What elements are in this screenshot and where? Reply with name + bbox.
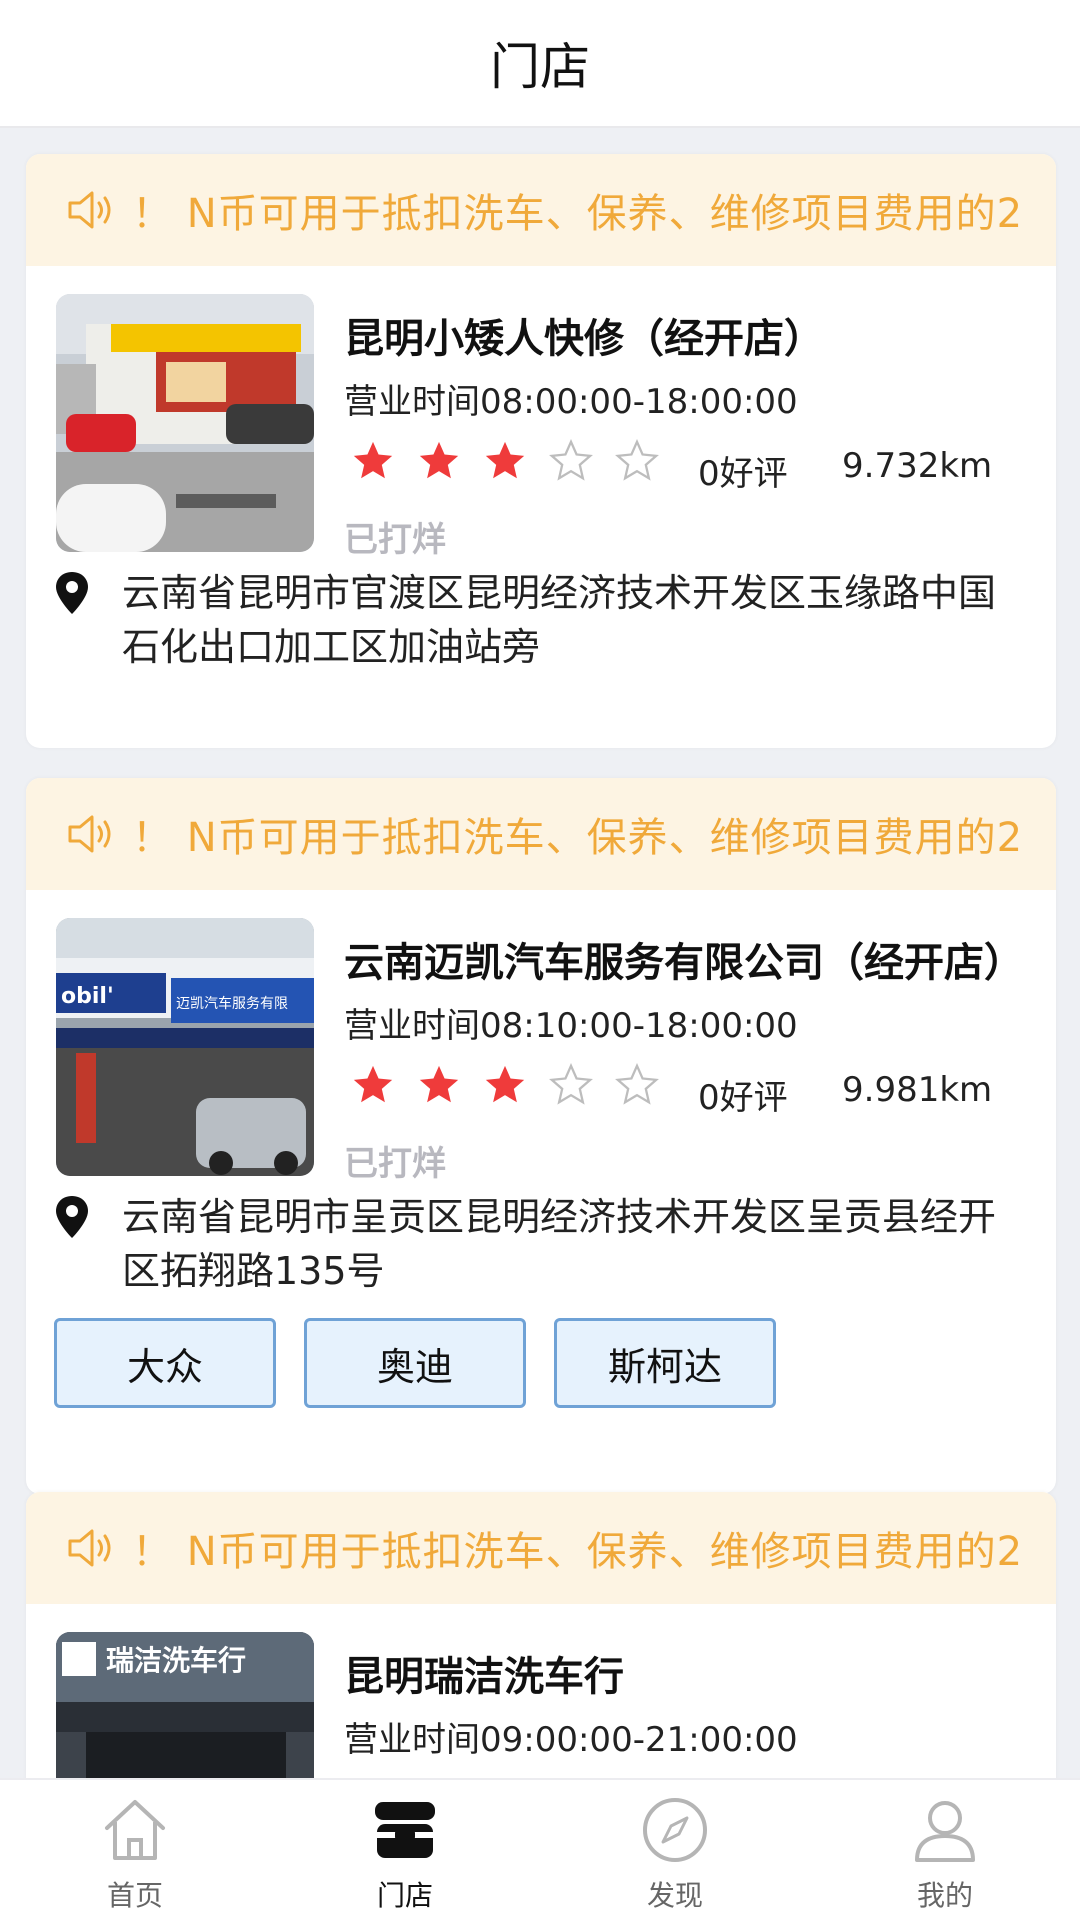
brand-tags: 大众 奥迪 斯柯达	[26, 1318, 1056, 1408]
rating-stars	[350, 1062, 680, 1108]
store-name: 昆明小矮人快修（经开店）	[344, 316, 824, 362]
store-hours: 营业时间09:00:00-21:00:00	[344, 1720, 798, 1760]
notice-text: ！ N币可用于抵扣洗车、保养、维修项目费用的2	[132, 191, 1024, 237]
distance: 9.732km	[842, 446, 993, 486]
shop-info[interactable]: obil' 迈凯汽车服务有限 云南迈凯汽车服务有限公司（经开店） 营业时间08:…	[26, 890, 1056, 1190]
brand-tag[interactable]: 大众	[54, 1318, 276, 1408]
tab-mine[interactable]: 我的	[810, 1780, 1080, 1920]
store-hours: 营业时间08:10:00-18:00:00	[344, 1006, 798, 1046]
location-pin-icon	[56, 1196, 88, 1238]
store-photo: 瑞洁洗车行	[56, 1632, 314, 1778]
status-closed: 已打烊	[344, 1144, 446, 1184]
notice-text: ！ N币可用于抵扣洗车、保养、维修项目费用的2	[132, 815, 1024, 861]
star-empty-icon	[549, 438, 593, 481]
shop-info[interactable]: 昆明小矮人快修（经开店） 营业时间08:00:00-18:00:00 0好评 9…	[26, 266, 1056, 566]
star-filled-icon	[485, 441, 525, 479]
tab-discover[interactable]: 发现	[540, 1780, 810, 1920]
top-bar: 门店	[0, 0, 1080, 128]
rating-stars	[350, 438, 680, 484]
status-closed: 已打烊	[344, 520, 446, 560]
store-hours: 营业时间08:00:00-18:00:00	[344, 382, 798, 422]
tab-label: 发现	[646, 1879, 703, 1912]
store-name: 云南迈凯汽车服务有限公司（经开店）	[344, 940, 1024, 986]
notice-banner[interactable]: ！ N币可用于抵扣洗车、保养、维修项目费用的2	[26, 154, 1056, 266]
tab-store[interactable]: 门店	[270, 1780, 540, 1920]
review-count: 0好评	[698, 1078, 788, 1118]
star-filled-icon	[419, 1065, 459, 1103]
speaker-icon	[68, 191, 111, 229]
store-card[interactable]: ！ N币可用于抵扣洗车、保养、维修项目费用的2 昆明小矮人快修（经开店） 营业时…	[26, 154, 1056, 748]
address-text: 云南省昆明市官渡区昆明经济技术开发区玉缘路中国石化出口加工区加油站旁	[122, 571, 997, 669]
store-list[interactable]: ！ N币可用于抵扣洗车、保养、维修项目费用的2 昆明小矮人快修（经开店） 营业时…	[0, 128, 1080, 1778]
store-photo	[56, 294, 314, 552]
user-icon	[915, 1801, 975, 1862]
review-count: 0好评	[698, 454, 788, 494]
store-photo: obil' 迈凯汽车服务有限	[56, 918, 314, 1176]
brand-tag[interactable]: 斯柯达	[554, 1318, 776, 1408]
notice-banner[interactable]: ！ N币可用于抵扣洗车、保养、维修项目费用的2	[26, 1492, 1056, 1604]
star-filled-icon	[353, 1065, 393, 1103]
bottom-tab-bar: 首页 门店 发现 我的	[0, 1778, 1080, 1920]
notice-banner[interactable]: ！ N币可用于抵扣洗车、保养、维修项目费用的2	[26, 778, 1056, 890]
tab-label: 门店	[376, 1879, 433, 1912]
tab-home[interactable]: 首页	[0, 1780, 270, 1920]
shop-info[interactable]: 瑞洁洗车行 昆明瑞洁洗车行 营业时间09:00:00-21:00:00	[26, 1604, 1056, 1778]
speaker-icon	[68, 1529, 111, 1567]
page-title: 门店	[490, 38, 590, 96]
store-address[interactable]: 云南省昆明市呈贡区昆明经济技术开发区呈贡县经开区拓翔路135号	[26, 1190, 1056, 1298]
sign-text: 瑞洁洗车行	[106, 1644, 246, 1677]
address-text: 云南省昆明市呈贡区昆明经济技术开发区呈贡县经开区拓翔路135号	[122, 1195, 997, 1293]
tab-label: 我的	[916, 1879, 973, 1912]
store-address[interactable]: 云南省昆明市官渡区昆明经济技术开发区玉缘路中国石化出口加工区加油站旁	[26, 566, 1056, 674]
tab-label: 首页	[106, 1879, 163, 1912]
speaker-icon	[68, 815, 111, 853]
store-icon	[375, 1802, 435, 1858]
star-filled-icon	[485, 1065, 525, 1103]
sign-text: 迈凯汽车服务有限	[176, 995, 288, 1012]
star-filled-icon	[353, 441, 393, 479]
star-filled-icon	[419, 441, 459, 479]
store-card[interactable]: ！ N币可用于抵扣洗车、保养、维修项目费用的2 瑞洁洗车行 昆明瑞洁洗车行 营业…	[26, 1492, 1056, 1778]
distance: 9.981km	[842, 1070, 993, 1110]
location-pin-icon	[56, 572, 88, 614]
svg-text:obil': obil'	[61, 984, 114, 1009]
notice-text: ！ N币可用于抵扣洗车、保养、维修项目费用的2	[132, 1529, 1024, 1575]
store-name: 昆明瑞洁洗车行	[344, 1654, 624, 1700]
store-card[interactable]: ！ N币可用于抵扣洗车、保养、维修项目费用的2 obil' 迈凯汽车服务有限 云…	[26, 778, 1056, 1494]
compass-icon	[643, 1798, 707, 1862]
home-icon	[105, 1800, 165, 1860]
star-empty-icon	[615, 438, 659, 481]
star-empty-icon	[549, 1062, 593, 1105]
star-empty-icon	[615, 1062, 659, 1105]
brand-tag[interactable]: 奥迪	[304, 1318, 526, 1408]
